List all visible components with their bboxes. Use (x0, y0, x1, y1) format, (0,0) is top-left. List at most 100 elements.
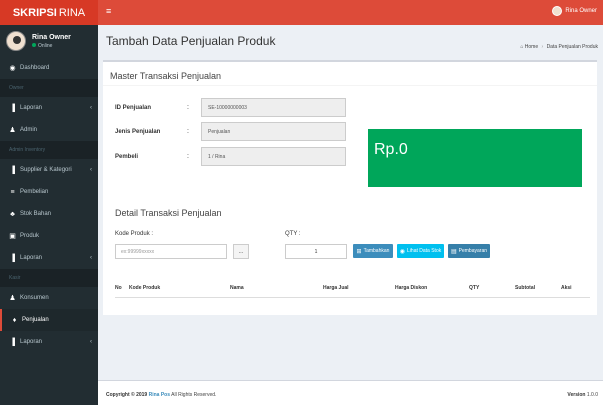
copyright: Copyright © 2019 Rina Pos All Rights Res… (106, 392, 216, 398)
sidebar-item-stok-bahan[interactable]: ♣ Stok Bahan (0, 203, 98, 225)
kode-produk-input[interactable]: ex:99999xxxxx (115, 244, 227, 259)
menu-header: Kasir (0, 269, 98, 287)
version-value: 1.0.0 (586, 392, 598, 398)
footer: Copyright © 2019 Rina Pos All Rights Res… (98, 380, 603, 405)
chevron-left-icon: ‹ (90, 167, 92, 173)
sidebar-item-label: Dashboard (20, 65, 50, 71)
sidebar-item-label: Stok Bahan (20, 211, 52, 217)
total-display: Rp.0 (368, 129, 582, 187)
sidebar-item-label: Penjualan (22, 317, 49, 323)
lihat-stok-label: Lihat Data Stok (407, 248, 442, 254)
user-status-text: Online (38, 42, 53, 49)
breadcrumb-home[interactable]: Home (525, 44, 538, 50)
col-subtotal: Subtotal (515, 285, 535, 291)
col-kode-produk: Kode Produk (129, 285, 161, 291)
user-status: Online (32, 42, 71, 49)
jenis-penjualan-field[interactable]: Penjualan (201, 122, 346, 141)
top-avatar (552, 6, 563, 16)
colon: : (187, 128, 189, 135)
col-harga-jual: Harga Jual (323, 285, 349, 291)
sidebar-item-konsumen[interactable]: ♟ Konsumen (0, 287, 98, 309)
hamburger-icon[interactable]: ≡ (106, 6, 111, 16)
version-label: Version (567, 392, 586, 398)
sidebar-item-laporan[interactable]: ▐ Laporan ‹ (0, 331, 98, 353)
user-name: Rina Owner (32, 33, 71, 41)
book-icon: ▐ (10, 104, 15, 112)
copyright-prefix: Copyright © 2019 (106, 392, 148, 398)
transaction-box: Master Transaksi Penjualan ID Penjualan … (103, 60, 597, 315)
table-header-divider (115, 297, 590, 298)
tambahkan-button[interactable]: ⊞ Tambahkan (353, 244, 393, 258)
sidebar-item-admin[interactable]: ♟ Admin (0, 119, 98, 141)
sidebar-item-penjualan[interactable]: ♦ Penjualan (0, 309, 98, 331)
sidebar-item-laporan[interactable]: ▐ Laporan ‹ (0, 97, 98, 119)
browse-product-button[interactable]: ... (233, 244, 249, 259)
id-penjualan-field[interactable]: SE-10000000003 (201, 98, 346, 117)
eye-icon: ◉ (399, 248, 406, 255)
id-penjualan-label: ID Penjualan (115, 105, 152, 111)
top-navbar: ≡ Rina Owner (98, 0, 603, 25)
brand-link[interactable]: Rina Pos (149, 392, 170, 398)
user-info: Rina Owner Online (32, 34, 71, 49)
top-user-name: Rina Owner (565, 8, 597, 14)
chevron-left-icon: ‹ (90, 255, 92, 261)
image-icon: ▣ (9, 233, 16, 240)
sidebar-item-label: Laporan (20, 255, 43, 261)
cart-icon: ♦ (12, 316, 17, 324)
book-icon: ▐ (10, 166, 15, 174)
qty-label: QTY : (285, 231, 301, 237)
users-icon: ♟ (9, 127, 16, 134)
col-qty: QTY (469, 285, 480, 291)
menu-header: Admin Inventory (0, 141, 98, 159)
users-icon: ♟ (9, 295, 16, 302)
chevron-left-icon: ‹ (90, 105, 92, 111)
chevron-left-icon: ‹ (90, 339, 92, 345)
sidebar-item-label: Pembelian (20, 189, 49, 195)
jenis-penjualan-label: Jenis Penjualan (115, 129, 161, 135)
qty-input[interactable]: 1 (285, 244, 347, 259)
brand-light: RINA (58, 6, 86, 19)
pembeli-label: Pembeli (115, 154, 139, 160)
colon: : (187, 153, 189, 160)
user-panel: Rina Owner Online (0, 25, 98, 57)
sidebar-item-dashboard[interactable]: ◉ Dashboard (0, 57, 98, 79)
sidebar-item-label: Laporan (20, 105, 43, 111)
cart-icon: ≡ (10, 188, 15, 196)
col-aksi: Aksi (561, 285, 572, 291)
sidebar-item-label: Konsumen (20, 295, 49, 301)
master-title: Master Transaksi Penjualan (110, 71, 222, 81)
kode-produk-label: Kode Produk : (115, 231, 154, 237)
sidebar-item-pembelian[interactable]: ≡ Pembelian (0, 181, 98, 203)
pembeli-field[interactable]: 1 / Rina (201, 147, 346, 166)
breadcrumb: ⌂ Home › Data Penjualan Produk (520, 44, 598, 50)
sidebar: SKRIPSI RINA Rina Owner Online ◉ Dashboar… (0, 0, 98, 405)
box-divider (103, 85, 597, 86)
online-dot-icon (32, 42, 36, 47)
content-wrapper: Tambah Data Penjualan Produk ⌂ Home › Da… (98, 25, 603, 380)
sidebar-item-supplier-kategori[interactable]: ▐ Supplier & Kategori ‹ (0, 159, 98, 181)
plus-icon: ⊞ (356, 248, 362, 255)
tambahkan-label: Tambahkan (363, 248, 390, 254)
breadcrumb-current: Data Penjualan Produk (546, 44, 598, 50)
money-icon: ▤ (450, 248, 457, 255)
user-avatar (6, 31, 26, 51)
brand-logo[interactable]: SKRIPSI RINA (0, 0, 98, 25)
sidebar-item-label: Laporan (20, 339, 43, 345)
sidebar-item-laporan[interactable]: ▐ Laporan ‹ (0, 247, 98, 269)
top-user-menu[interactable]: Rina Owner (552, 6, 597, 16)
col-no: No (115, 285, 122, 291)
colon: : (187, 104, 189, 111)
pembayaran-button[interactable]: ▤ Pembayaran (448, 244, 490, 258)
brand-bold: SKRIPSI (12, 6, 57, 19)
pembayaran-label: Pembayaran (458, 248, 488, 254)
page-title: Tambah Data Penjualan Produk (106, 34, 276, 48)
sidebar-item-label: Supplier & Kategori (20, 167, 72, 173)
lihat-stok-button[interactable]: ◉ Lihat Data Stok (397, 244, 444, 258)
breadcrumb-separator: › (541, 44, 544, 50)
dashboard-icon: ◉ (9, 65, 16, 72)
version: Version 1.0.0 (567, 392, 598, 398)
sidebar-item-produk[interactable]: ▣ Produk (0, 225, 98, 247)
menu-header: Owner (0, 79, 98, 97)
detail-title: Detail Transaksi Penjualan (115, 208, 222, 218)
sidebar-item-label: Admin (20, 127, 38, 133)
